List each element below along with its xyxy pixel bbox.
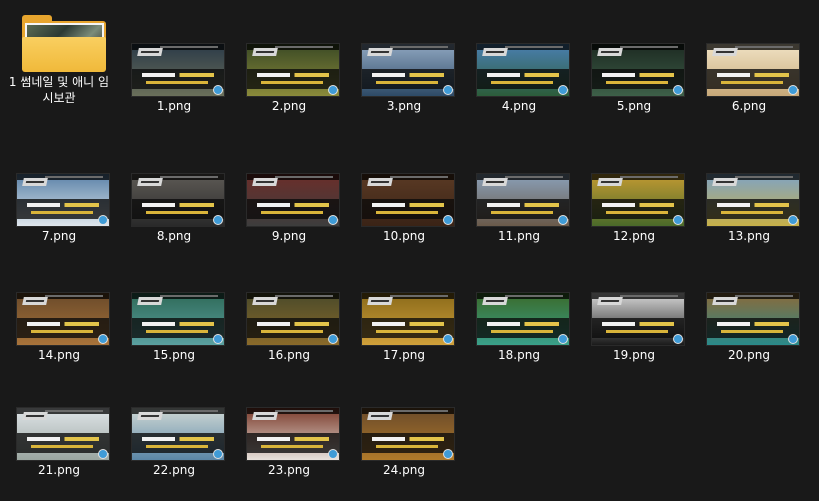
thumbnail xyxy=(707,172,799,226)
file-label: 3.png xyxy=(386,99,422,113)
thumbnail xyxy=(247,291,339,345)
file-label: 4.png xyxy=(501,99,537,113)
file-label: 6.png xyxy=(731,99,767,113)
file-label: 10.png xyxy=(383,229,425,243)
file-label: 20.png xyxy=(728,348,770,362)
thumbnail xyxy=(592,172,684,226)
thumbnail xyxy=(247,172,339,226)
file-label: 12.png xyxy=(613,229,655,243)
image-thumbnail xyxy=(592,44,684,96)
thumbnail xyxy=(247,406,339,460)
image-thumbnail xyxy=(707,174,799,226)
thumbnail xyxy=(707,291,799,345)
image-thumbnail xyxy=(477,293,569,345)
file-label: 7.png xyxy=(41,229,77,243)
image-thumbnail xyxy=(132,293,224,345)
image-thumbnail xyxy=(477,44,569,96)
thumbnail xyxy=(132,291,224,345)
image-thumbnail xyxy=(247,174,339,226)
thumbnail xyxy=(132,406,224,460)
thumbnail xyxy=(477,42,569,96)
file-label: 22.png xyxy=(153,463,195,477)
image-thumbnail xyxy=(132,174,224,226)
image-thumbnail xyxy=(362,44,454,96)
file-label: 2.png xyxy=(271,99,307,113)
file-label: 13.png xyxy=(728,229,770,243)
thumbnail xyxy=(362,172,454,226)
thumbnail xyxy=(362,406,454,460)
file-label: 23.png xyxy=(268,463,310,477)
file-label: 17.png xyxy=(383,348,425,362)
image-thumbnail xyxy=(477,174,569,226)
thumbnail xyxy=(362,42,454,96)
image-thumbnail xyxy=(362,174,454,226)
file-label: 5.png xyxy=(616,99,652,113)
image-thumbnail xyxy=(17,408,109,460)
image-thumbnail xyxy=(132,408,224,460)
image-thumbnail xyxy=(17,174,109,226)
image-thumbnail xyxy=(362,408,454,460)
file-label: 14.png xyxy=(38,348,80,362)
thumbnail xyxy=(592,42,684,96)
file-label: 9.png xyxy=(271,229,307,243)
thumbnail xyxy=(17,291,109,345)
folder-icon xyxy=(17,13,109,73)
file-label: 11.png xyxy=(498,229,540,243)
file-label: 1.png xyxy=(156,99,192,113)
file-grid: 1 썸네일 및 애니 임시보관 1.png 2.png 3.png 4.png 5.pn… xyxy=(0,0,819,501)
thumbnail xyxy=(17,406,109,460)
folder-label: 1 썸네일 및 애니 임시보관 xyxy=(8,75,110,105)
thumbnail xyxy=(477,172,569,226)
image-thumbnail xyxy=(247,293,339,345)
image-thumbnail xyxy=(247,408,339,460)
file-label: 16.png xyxy=(268,348,310,362)
image-thumbnail xyxy=(132,44,224,96)
image-thumbnail xyxy=(592,174,684,226)
image-thumbnail xyxy=(707,44,799,96)
thumbnail xyxy=(477,291,569,345)
image-thumbnail xyxy=(707,293,799,345)
thumbnail xyxy=(132,42,224,96)
thumbnail xyxy=(247,42,339,96)
thumbnail xyxy=(592,291,684,345)
file-label: 8.png xyxy=(156,229,192,243)
thumbnail xyxy=(362,291,454,345)
file-label: 24.png xyxy=(383,463,425,477)
image-thumbnail xyxy=(247,44,339,96)
thumbnail xyxy=(132,172,224,226)
file-label: 15.png xyxy=(153,348,195,362)
file-label: 19.png xyxy=(613,348,655,362)
thumbnail xyxy=(707,42,799,96)
file-label: 18.png xyxy=(498,348,540,362)
thumbnail xyxy=(17,172,109,226)
image-thumbnail xyxy=(362,293,454,345)
image-thumbnail xyxy=(592,293,684,345)
file-label: 21.png xyxy=(38,463,80,477)
image-thumbnail xyxy=(17,293,109,345)
